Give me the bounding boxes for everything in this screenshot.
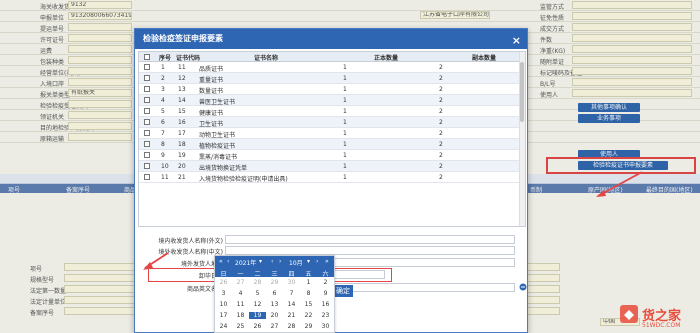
arrow-head-1 xyxy=(596,190,606,197)
annotation-arrows xyxy=(143,171,643,270)
watermark-sub: 51WDC.COM xyxy=(642,322,681,329)
watermark-logo: 货之家 51WDC.COM xyxy=(618,301,696,331)
